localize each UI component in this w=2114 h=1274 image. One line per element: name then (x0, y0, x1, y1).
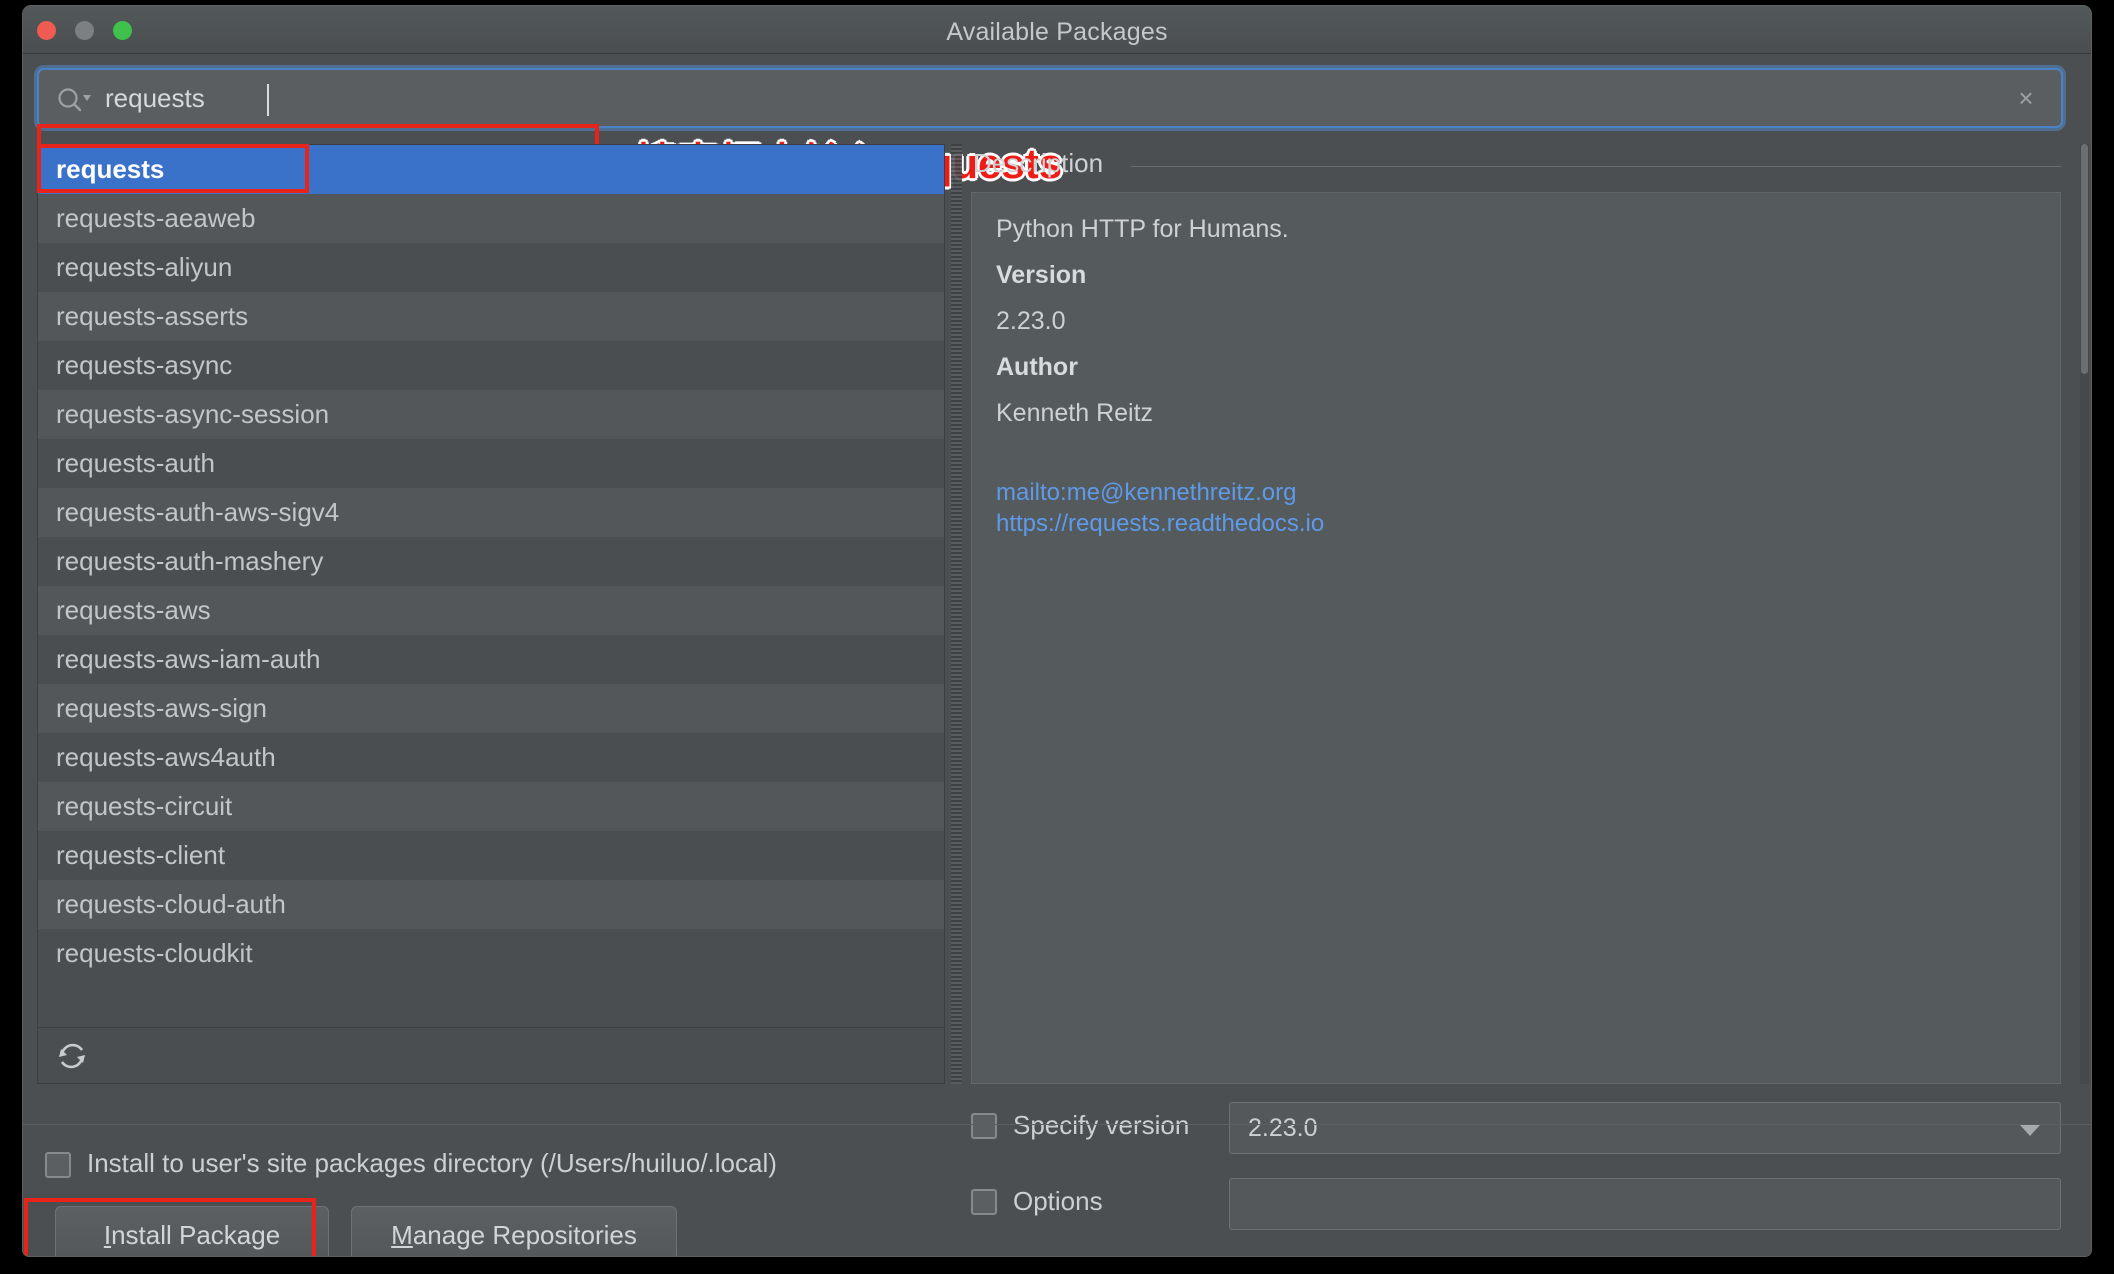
specify-version-row: Specify version 2.23.0 (971, 1102, 2061, 1154)
package-list-item[interactable]: requests-aliyun (38, 243, 944, 292)
install-options-area: Specify version 2.23.0 Options (971, 1102, 2061, 1230)
manage-repositories-button[interactable]: Manage Repositories (351, 1206, 677, 1256)
options-row: Options (971, 1178, 2061, 1230)
description-pane: Description Python HTTP for Humans. Vers… (971, 144, 2061, 1084)
available-packages-window: Available Packages requests × 搜索框中输入requ… (22, 5, 2092, 1257)
options-label: Options (1013, 1186, 1103, 1216)
chevron-down-icon (2020, 1125, 2040, 1136)
package-list-item[interactable]: requests-aeaweb (38, 194, 944, 243)
version-value: 2.23.0 (996, 307, 1066, 335)
search-input[interactable]: requests × (37, 68, 2063, 128)
refresh-icon[interactable] (56, 1040, 88, 1072)
package-list-item[interactable]: requests-aws (38, 586, 944, 635)
package-list-toolbar (38, 1027, 944, 1083)
version-label: Version (996, 261, 1087, 289)
search-row: requests × (37, 68, 2063, 128)
options-input[interactable] (1229, 1178, 2061, 1230)
author-value: Kenneth Reitz (996, 399, 1154, 427)
package-list-item[interactable]: requests-async-session (38, 390, 944, 439)
description-rule (1131, 166, 2061, 167)
manage-button-mnemonic: M (391, 1220, 413, 1250)
specify-version-checkbox[interactable] (971, 1113, 997, 1139)
package-list-item[interactable]: requests-aws-iam-auth (38, 635, 944, 684)
install-package-button[interactable]: Install Package (55, 1206, 329, 1256)
package-list-item[interactable]: requests-circuit (38, 782, 944, 831)
package-list[interactable]: requests requests-aeaweb requests-aliyun re… (38, 145, 944, 1028)
install-to-user-checkbox[interactable] (45, 1152, 71, 1178)
package-list-item[interactable]: requests-cloudkit (38, 929, 944, 978)
install-to-user-label: Install to user's site packages director… (87, 1148, 777, 1178)
search-input-value: requests (105, 83, 205, 113)
author-label: Author (996, 353, 1078, 381)
description-title: Description (973, 148, 1104, 178)
description-header: Description (971, 144, 2061, 188)
package-list-item[interactable]: requests (38, 145, 944, 194)
pane-splitter[interactable] (951, 144, 962, 1084)
dialog-content: requests × 搜索框中输入requests requestsreques… (23, 54, 2091, 1256)
specify-version-value: 2.23.0 (1248, 1114, 1318, 1142)
package-list-item[interactable]: requests-auth-aws-sigv4 (38, 488, 944, 537)
specify-version-select[interactable]: 2.23.0 (1229, 1102, 2061, 1154)
package-list-item[interactable]: requests-aws4auth (38, 733, 944, 782)
window-title: Available Packages (946, 18, 1168, 46)
titlebar: Available Packages (23, 6, 2091, 54)
dialog-scrollbar[interactable] (2080, 144, 2089, 1084)
description-summary: Python HTTP for Humans. (996, 215, 1289, 243)
package-list-item[interactable]: requests-asserts (38, 292, 944, 341)
install-button-mnemonic: I (103, 1220, 112, 1250)
package-list-item[interactable]: requests-async (38, 341, 944, 390)
dialog-scrollbar-thumb[interactable] (2081, 144, 2088, 374)
author-email-link[interactable]: mailto:me@kennethreitz.org (996, 479, 2036, 507)
package-list-item[interactable]: requests-aws-sign (38, 684, 944, 733)
documentation-link[interactable]: https://requests.readthedocs.io (996, 510, 2036, 538)
package-list-item[interactable]: requests-auth-mashery (38, 537, 944, 586)
search-icon (55, 87, 91, 113)
footer-divider (23, 1124, 2091, 1125)
specify-version-label: Specify version (1013, 1110, 1190, 1140)
package-list-item[interactable]: requests-cloud-auth (38, 880, 944, 929)
install-button-label: nstall Package (111, 1220, 281, 1250)
text-caret (267, 84, 269, 116)
options-checkbox[interactable] (971, 1189, 997, 1215)
package-list-item[interactable]: requests-client (38, 831, 944, 880)
manage-button-label: anage Repositories (412, 1220, 637, 1250)
description-body: Python HTTP for Humans. Version 2.23.0 A… (971, 192, 2061, 1084)
package-list-pane: requests requests-aeaweb requests-aliyun re… (37, 144, 945, 1084)
package-list-item[interactable]: requests-auth (38, 439, 944, 488)
clear-search-icon[interactable]: × (2013, 85, 2039, 112)
